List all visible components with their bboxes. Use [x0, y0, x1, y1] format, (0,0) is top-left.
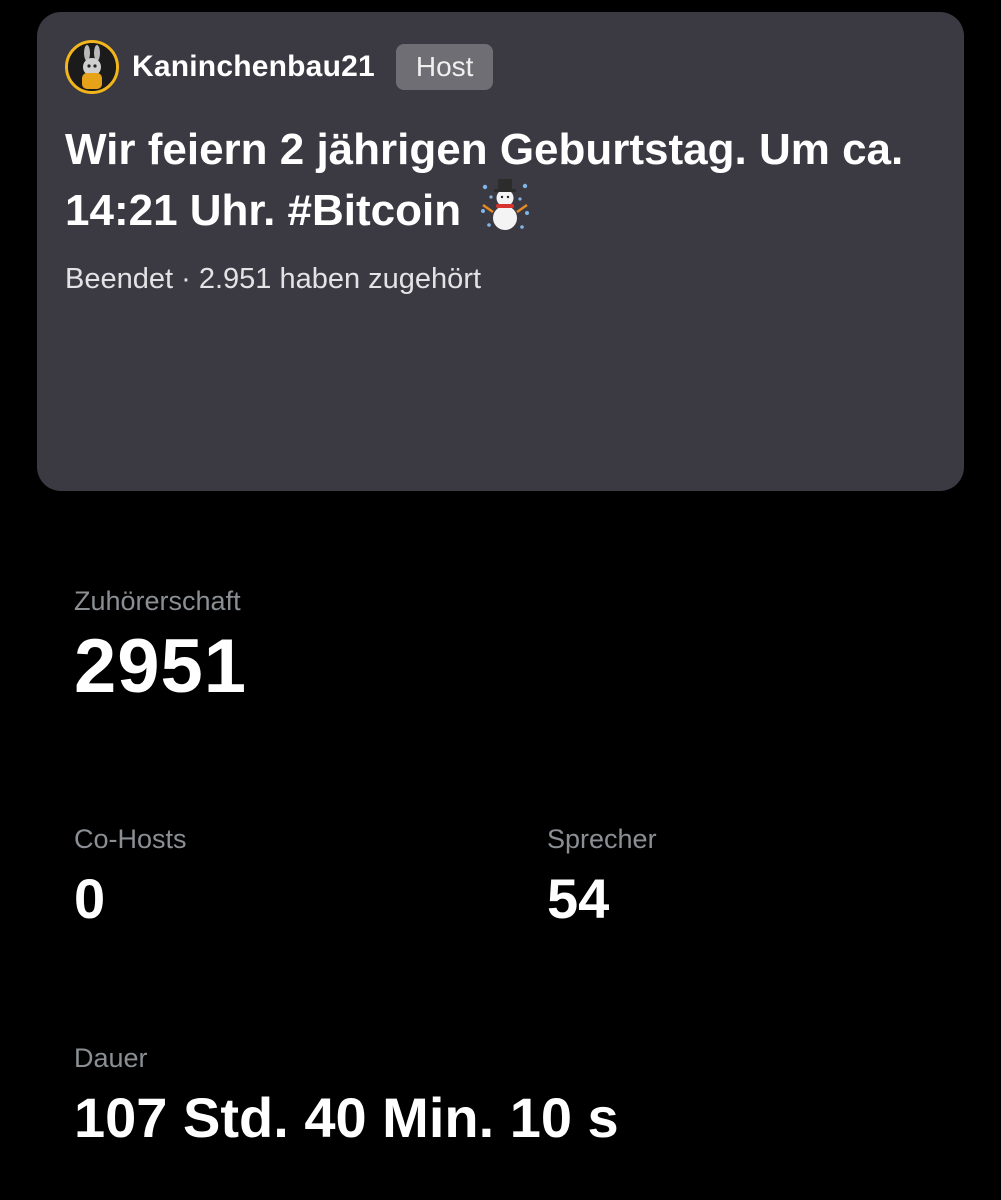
- stat-cohosts-value: 0: [74, 867, 106, 930]
- avatar[interactable]: [65, 40, 119, 94]
- stat-speakers: Sprecher 54: [547, 824, 657, 931]
- rabbit-avatar-icon: [68, 43, 116, 91]
- space-title: Wir feiern 2 jährigen Geburtstag. Um ca.…: [65, 122, 945, 246]
- stat-audience: Zuhörerschaft 2951: [74, 586, 247, 709]
- stat-speakers-value: 54: [547, 867, 610, 930]
- stat-cohosts-label: Co-Hosts: [74, 824, 187, 854]
- host-row: Kaninchenbau21 Host: [65, 40, 494, 94]
- stat-duration-label: Dauer: [74, 1043, 148, 1073]
- stat-cohosts: Co-Hosts 0: [74, 824, 187, 931]
- meta-separator: ·: [181, 263, 191, 295]
- stat-audience-label: Zuhörerschaft: [74, 586, 241, 616]
- snowman-icon: [479, 177, 531, 246]
- host-badge: Host: [395, 44, 494, 90]
- space-status: Beendet: [65, 263, 174, 295]
- stat-audience-value: 2951: [74, 624, 248, 709]
- space-card[interactable]: Kaninchenbau21 Host Wir feiern 2 jährige…: [37, 12, 964, 491]
- space-meta: Beendet · 2.951 haben zugehört: [65, 263, 481, 296]
- host-username[interactable]: Kaninchenbau21: [132, 50, 375, 84]
- listeners-count: 2.951 haben zugehört: [198, 263, 482, 295]
- stat-duration-value: 107 Std. 40 Min. 10 s: [74, 1086, 619, 1149]
- stat-speakers-label: Sprecher: [547, 824, 657, 854]
- stat-duration: Dauer 107 Std. 40 Min. 10 s: [74, 1043, 619, 1150]
